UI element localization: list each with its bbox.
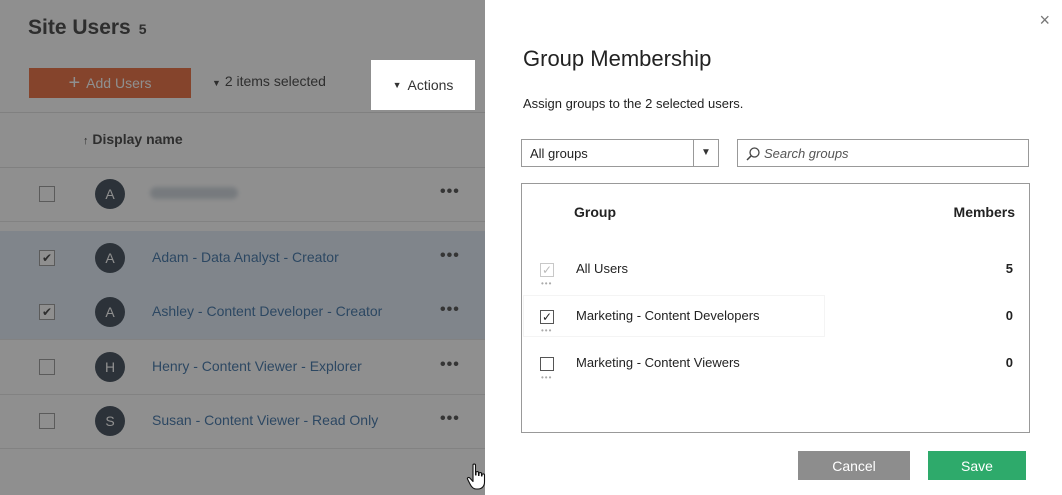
avatar: A [95,179,125,209]
more-actions-icon[interactable]: ••• [440,247,460,265]
user-row[interactable]: ✔ A Adam - Data Analyst - Creator ••• [0,231,485,286]
dialog-title: Group Membership [523,46,712,71]
group-filter-value: All groups [530,146,588,161]
hand-pointer-cursor-icon [466,463,486,490]
group-column-header: Group [574,204,616,220]
more-actions-icon[interactable]: ••• [440,410,460,428]
user-row-checkbox[interactable] [39,359,55,375]
checkbox-dots-icon: ••• [541,373,553,382]
members-column-header: Members [953,204,1015,220]
cancel-button[interactable]: Cancel [798,451,910,480]
more-actions-icon[interactable]: ••• [440,356,460,374]
group-checkbox[interactable]: ✓ [540,310,554,324]
user-display-name[interactable]: Adam - Data Analyst - Creator [152,249,339,265]
caret-down-icon[interactable]: ▼ [693,140,718,166]
group-row: ✓ ••• All Users 5 [522,245,1029,293]
sort-ascending-icon: ↑ [83,135,89,147]
user-row-checkbox[interactable]: ✔ [39,250,55,266]
display-name-column-header[interactable]: ↑ Display name [83,131,183,147]
user-display-name[interactable]: Henry - Content Viewer - Explorer [152,358,362,374]
avatar: A [95,297,125,327]
group-row: ••• Marketing - Content Viewers 0 [522,339,1029,387]
group-checkbox[interactable] [540,357,554,371]
checkbox-dots-icon: ••• [541,326,553,335]
search-groups-input[interactable] [764,144,1022,162]
user-row-checkbox[interactable] [39,413,55,429]
dialog-subtitle: Assign groups to the 2 selected users. [523,96,744,111]
save-button[interactable]: Save [928,451,1026,480]
selection-dropdown[interactable]: ▼ 2 items selected [212,73,326,89]
user-row[interactable]: H Henry - Content Viewer - Explorer ••• [0,340,485,395]
more-actions-icon[interactable]: ••• [440,301,460,319]
user-count: 5 [138,21,147,37]
group-member-count: 0 [1005,308,1013,323]
user-display-name[interactable]: Susan - Content Viewer - Read Only [152,412,378,428]
user-row[interactable]: ✔ A Ashley - Content Developer - Creator ••… [0,285,485,340]
caret-down-icon: ▼ [392,80,402,90]
user-row[interactable]: A ••• [0,167,485,222]
groups-table: Group Members ✓ ••• All Users 5 ✓ ••• Marketin… [521,183,1030,433]
close-icon[interactable]: × [1039,10,1050,31]
add-users-button[interactable]: + Add Users [29,68,191,98]
group-membership-dialog: × Group Membership Assign groups to the … [485,0,1062,495]
page-title-text: Site Users [28,16,131,39]
user-row[interactable]: S Susan - Content Viewer - Read Only ••• [0,394,485,449]
group-filter-select[interactable]: All groups ▼ [521,139,719,167]
save-button-highlight: Save [920,445,1034,486]
avatar: H [95,352,125,382]
group-name: Marketing - Content Viewers [576,355,740,370]
avatar: S [95,406,125,436]
caret-down-icon: ▼ [212,78,221,88]
group-row: ✓ ••• Marketing - Content Developers 0 [522,292,1029,340]
group-member-count: 0 [1005,355,1013,370]
group-checkbox: ✓ [540,263,554,277]
search-groups-field[interactable] [737,139,1029,167]
plus-icon: + [68,72,81,94]
selection-label: 2 items selected [224,73,326,89]
group-name: All Users [576,261,629,276]
search-icon [746,147,760,161]
avatar: A [95,243,125,273]
add-users-label: Add Users [86,75,152,91]
actions-label: Actions [407,77,454,93]
user-row-checkbox[interactable] [39,186,55,202]
checkbox-dots-icon: ••• [541,279,553,288]
user-display-name[interactable]: Ashley - Content Developer - Creator [152,303,382,319]
redacted-user-name [150,187,238,199]
page-title: Site Users 5 [28,16,147,40]
actions-button[interactable]: ▼ Actions [371,60,475,110]
more-actions-icon[interactable]: ••• [440,183,460,201]
group-name: Marketing - Content Developers [576,308,760,323]
user-row-checkbox[interactable]: ✔ [39,304,55,320]
group-member-count: 5 [1005,261,1013,276]
user-list-header: ↑ Display name [0,112,485,168]
display-name-header-label: Display name [92,131,183,147]
site-users-page: Site Users 5 + Add Users ▼ 2 items select… [0,0,485,495]
